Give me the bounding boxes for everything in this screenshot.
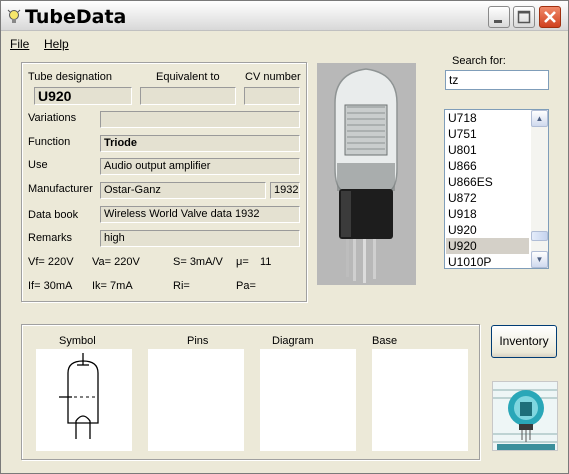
equivalent-field[interactable]	[140, 87, 236, 105]
maximize-button[interactable]	[513, 6, 535, 28]
list-item-selected[interactable]: U920	[446, 238, 529, 254]
bulb-icon	[7, 9, 21, 23]
menu-file-label: File	[10, 37, 30, 51]
diagram-panel	[260, 349, 356, 451]
list-item[interactable]: U718	[446, 110, 529, 126]
remarks-label: Remarks	[28, 232, 73, 244]
menu-bar: File Help	[1, 32, 568, 54]
remarks-field[interactable]: high	[100, 230, 300, 247]
use-field[interactable]: Audio output amplifier	[100, 158, 300, 175]
window-title: TubeData	[25, 6, 127, 28]
diagram-label: Diagram	[272, 335, 314, 347]
minimize-button[interactable]	[488, 6, 510, 28]
base-panel	[372, 349, 468, 451]
variations-label: Variations	[28, 112, 77, 124]
tube-photo	[317, 63, 416, 285]
maximize-icon	[517, 10, 531, 24]
close-button[interactable]	[539, 6, 561, 28]
function-field[interactable]: Triode	[100, 135, 300, 152]
minimize-icon	[494, 20, 502, 23]
pins-label: Pins	[187, 335, 209, 347]
cv-number-label: CV number	[245, 71, 301, 83]
app-window: TubeData File Help Tube designation Equi…	[0, 0, 569, 474]
param-s: S= 3mA/V	[173, 256, 223, 268]
databook-label: Data book	[28, 209, 79, 221]
menu-file[interactable]: File	[10, 37, 29, 51]
app-logo	[492, 381, 558, 451]
triode-symbol	[59, 353, 99, 439]
list-item[interactable]: U918	[446, 206, 529, 222]
title-bar[interactable]: TubeData	[1, 1, 568, 31]
list-item[interactable]: U1010P	[446, 254, 529, 268]
menu-help[interactable]: Help	[44, 37, 69, 51]
search-input[interactable]: tz	[445, 70, 549, 90]
results-listbox[interactable]: U718 U751 U801 U866 U866ES U872 U918 U92…	[444, 109, 549, 269]
designation-label: Tube designation	[28, 71, 112, 83]
tube-logo-icon	[493, 382, 557, 450]
scroll-down-icon: ▼	[535, 255, 544, 264]
list-item[interactable]: U751	[446, 126, 529, 142]
designation-field[interactable]: U920	[34, 87, 132, 105]
param-va: Va= 220V	[92, 256, 140, 268]
variations-field[interactable]	[100, 111, 300, 128]
inventory-button[interactable]: Inventory	[491, 325, 557, 358]
search-label: Search for:	[452, 55, 506, 67]
scroll-thumb[interactable]	[531, 231, 548, 241]
databook-field[interactable]: Wireless World Valve data 1932	[100, 206, 300, 223]
param-if: If= 30mA	[28, 280, 73, 292]
symbol-label: Symbol	[59, 335, 96, 347]
cv-number-field[interactable]	[244, 87, 300, 105]
param-vf: Vf= 220V	[28, 256, 74, 268]
tube-photo-drawing	[317, 63, 416, 285]
use-label: Use	[28, 159, 48, 171]
list-item[interactable]: U801	[446, 142, 529, 158]
list-item[interactable]: U866	[446, 158, 529, 174]
param-pa: Pa=	[236, 280, 256, 292]
scroll-up-button[interactable]: ▲	[531, 110, 548, 127]
scroll-up-icon: ▲	[535, 114, 544, 123]
param-ik: Ik= 7mA	[92, 280, 133, 292]
manufacturer-field[interactable]: Ostar-Ganz	[100, 182, 266, 199]
menu-help-label: Help	[44, 37, 69, 51]
equivalent-label: Equivalent to	[156, 71, 220, 83]
base-label: Base	[372, 335, 398, 347]
list-item[interactable]: U920	[446, 222, 529, 238]
pins-panel	[148, 349, 244, 451]
results-scrollbar[interactable]: ▲ ▼	[531, 110, 548, 268]
param-mu-label: μ=	[236, 256, 249, 268]
list-item[interactable]: U866ES	[446, 174, 529, 190]
param-ri: Ri=	[173, 280, 190, 292]
param-mu-value: 11	[260, 256, 272, 268]
symbol-panel	[36, 349, 132, 451]
function-label: Function	[28, 136, 71, 148]
close-icon	[544, 11, 556, 23]
list-item[interactable]: U872	[446, 190, 529, 206]
manufacturer-label: Manufacturer	[28, 183, 93, 195]
year-field[interactable]: 1932	[270, 182, 300, 199]
scroll-down-button[interactable]: ▼	[531, 251, 548, 268]
